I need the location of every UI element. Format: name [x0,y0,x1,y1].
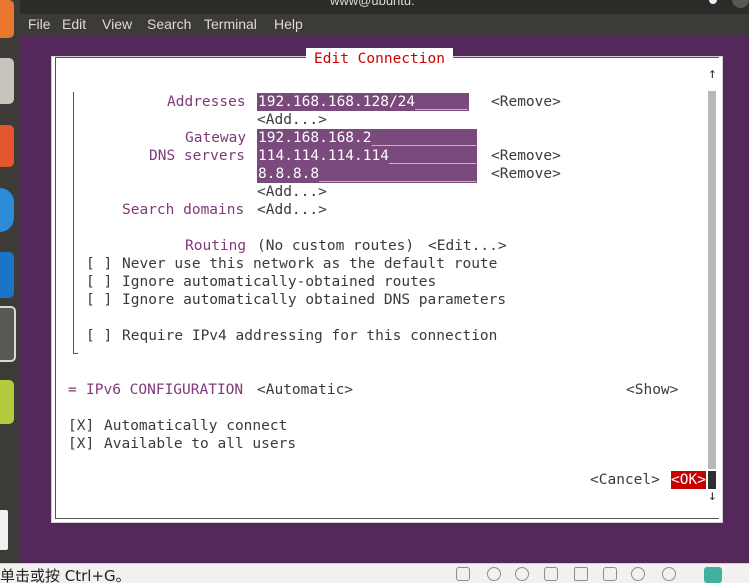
remove-dns-2-button[interactable]: <Remove> [491,165,561,183]
firefox-launcher-icon[interactable] [0,0,14,38]
edit-connection-dialog: Edit Connection Addresses 192.168.168.12… [51,48,723,523]
gateway-label: Gateway [185,130,247,146]
add-address-button[interactable]: <Add...> [257,111,327,129]
remove-dns-1-button[interactable]: <Remove> [491,147,561,165]
files-launcher-icon[interactable] [0,58,14,104]
ipv4-section-corner [73,353,78,354]
scroll-down-icon[interactable]: ↓ [708,487,717,505]
terminal-launcher-icon[interactable] [0,306,16,362]
hard-disk-icon[interactable] [456,567,470,581]
all-users-label: Available to all users [104,436,297,452]
message-icon[interactable] [704,567,722,583]
add-search-domain-button[interactable]: <Add...> [257,201,327,219]
addresses-label: Addresses [167,94,246,110]
dialog-title: Edit Connection [314,51,445,67]
routing-value: (No custom routes) [257,238,415,254]
scrollbar-track[interactable] [708,91,716,469]
app-launcher-icon[interactable] [0,252,14,298]
gateway-field[interactable]: 192.168.168.2____________ [257,129,478,147]
menu-file[interactable]: File [28,16,51,32]
ok-button[interactable]: <OK> [671,471,706,489]
require-ipv4-checkbox[interactable]: [ ] [86,327,112,345]
dialog-frame-bottom [55,518,719,519]
archive-launcher-icon[interactable] [0,380,14,424]
window-title: www@ubuntu: [330,0,415,8]
menu-view[interactable]: View [102,16,132,32]
never-default-route-checkbox[interactable]: [ ] [86,255,112,273]
window-titlebar[interactable]: www@ubuntu: [20,0,749,14]
ipv6-config-label: IPv6 CONFIGURATION [86,382,244,398]
software-launcher-icon[interactable] [0,125,14,167]
vm-status-bar: 单击或按 Ctrl+G。 [0,563,749,583]
ignore-auto-routes-label: Ignore automatically-obtained routes [122,274,437,290]
audio-icon[interactable] [515,567,529,581]
routing-label: Routing [185,238,247,254]
ipv4-section-bracket [73,92,74,354]
all-users-checkbox[interactable]: [X] [68,435,94,453]
status-hint-text: 单击或按 Ctrl+G。 [0,567,131,583]
menu-bar: File Edit View Search Terminal Help [20,14,749,36]
dialog-frame-left [55,57,56,519]
usb-icon[interactable] [603,567,617,581]
menu-help[interactable]: Help [274,16,303,32]
auto-connect-checkbox[interactable]: [X] [68,417,94,435]
browser-launcher-icon[interactable] [0,188,14,232]
ignore-auto-routes-checkbox[interactable]: [ ] [86,273,112,291]
menu-edit[interactable]: Edit [62,16,86,32]
speaker-icon[interactable] [574,567,588,581]
add-dns-button[interactable]: <Add...> [257,183,327,201]
cancel-button[interactable]: <Cancel> [590,471,660,489]
ipv6-section-marker: = [68,382,77,398]
auto-connect-label: Automatically connect [104,418,288,434]
menu-search[interactable]: Search [147,16,191,32]
network-icon[interactable] [544,567,558,581]
close-icon[interactable] [732,0,749,8]
require-ipv4-label: Require IPv4 addressing for this connect… [122,328,498,344]
minimize-icon[interactable] [709,0,717,4]
menu-terminal[interactable]: Terminal [204,16,257,32]
launcher-dots-icon[interactable] [0,510,8,550]
scroll-up-icon[interactable]: ↑ [708,65,717,83]
address-field[interactable]: 192.168.168.128/24______ [257,93,469,111]
terminal-area[interactable]: Edit Connection Addresses 192.168.168.12… [20,36,749,563]
settings-icon[interactable] [662,567,676,581]
remove-address-button[interactable]: <Remove> [491,93,561,111]
dialog-title-box: Edit Connection [306,48,453,68]
unity-launcher [0,0,20,563]
dns-field-1[interactable]: 114.114.114.114__________ [257,147,478,165]
edit-routes-button[interactable]: <Edit...> [428,237,507,255]
ignore-auto-dns-checkbox[interactable]: [ ] [86,291,112,309]
dns-field-2[interactable]: 8.8.8.8__________________ [257,165,478,183]
dns-servers-label: DNS servers [149,148,246,164]
ipv6-show-button[interactable]: <Show> [626,381,678,399]
never-default-route-label: Never use this network as the default ro… [122,256,498,272]
cd-drive-icon[interactable] [487,567,501,581]
ignore-auto-dns-label: Ignore automatically obtained DNS parame… [122,292,507,308]
wireless-icon[interactable] [631,567,645,581]
ipv6-mode-dropdown[interactable]: <Automatic> [257,381,353,399]
search-domains-label: Search domains [122,202,245,218]
